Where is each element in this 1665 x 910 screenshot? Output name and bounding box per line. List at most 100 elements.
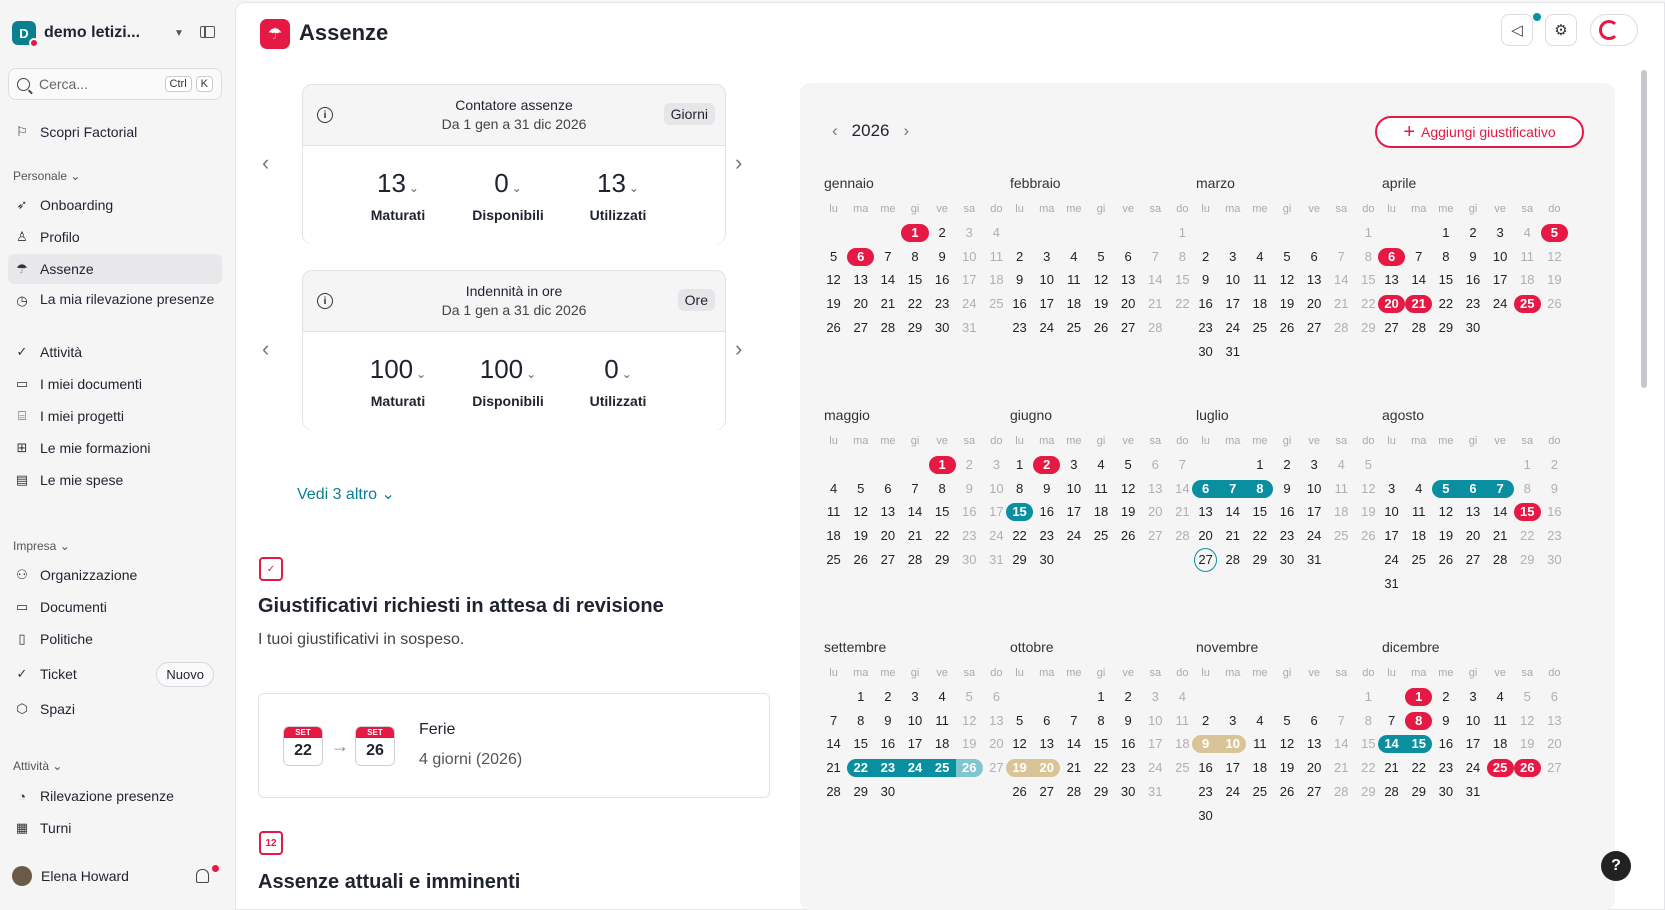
calendar-day[interactable]: 5 — [1432, 479, 1460, 498]
calendar-day[interactable]: 27 — [1301, 319, 1328, 337]
calendar-day[interactable]: 14 — [1142, 271, 1169, 289]
calendar-day[interactable]: 7 — [901, 480, 928, 498]
calendar-day[interactable]: 21 — [1487, 527, 1514, 545]
calendar-day[interactable]: 18 — [1405, 527, 1432, 545]
today-marker[interactable]: 27 — [1194, 548, 1218, 573]
calendar-day[interactable]: 9 — [929, 248, 956, 266]
calendar-day[interactable]: 12 — [1273, 735, 1300, 753]
calendar-day[interactable]: 13 — [1115, 271, 1142, 289]
calendar-day[interactable]: 2 — [1033, 455, 1061, 474]
user-menu[interactable]: Elena Howard — [12, 866, 129, 886]
calendar-day[interactable]: 24 — [1487, 295, 1514, 313]
calendar-day[interactable]: 24 — [956, 295, 983, 313]
calendar-day[interactable]: 7 — [820, 712, 847, 730]
calendar-day[interactable]: 19 — [1087, 295, 1114, 313]
calendar-day[interactable]: 6 — [1192, 479, 1220, 498]
calendar-day[interactable]: 16 — [1432, 735, 1459, 753]
calendar-day[interactable]: 3 — [1301, 456, 1328, 474]
calendar-day[interactable]: 23 — [956, 527, 983, 545]
calendar-day[interactable]: 11 — [1405, 503, 1432, 521]
calendar-day[interactable]: 19 — [1514, 735, 1541, 753]
calendar-day[interactable]: 8 — [847, 712, 874, 730]
calendar-day[interactable]: 24 — [1219, 319, 1246, 337]
calendar-day[interactable]: 31 — [1219, 343, 1246, 361]
calendar-day[interactable]: 19 — [820, 295, 847, 313]
calendar-day[interactable]: 27 — [1541, 759, 1568, 777]
calendar-day[interactable]: 13 — [874, 503, 901, 521]
calendar-day[interactable]: 2 — [1432, 688, 1459, 706]
calendar-day[interactable]: 24 — [1060, 527, 1087, 545]
calendar-day[interactable]: 13 — [1541, 712, 1568, 730]
calendar-day[interactable]: 5 — [1087, 248, 1114, 266]
calendar-day[interactable]: 10 — [901, 712, 928, 730]
calendar-day[interactable]: 23 — [1192, 783, 1219, 801]
calendar-day[interactable]: 6 — [1459, 479, 1487, 498]
calendar-day[interactable]: 30 — [1115, 783, 1142, 801]
counter-stat[interactable]: 0 ⌄ Utilizzati — [558, 354, 678, 409]
calendar-day[interactable]: 9 — [1459, 248, 1486, 266]
calendar-day[interactable]: 1 — [1405, 687, 1433, 706]
calendar-day[interactable]: 10 — [956, 248, 983, 266]
calendar-day[interactable]: 1 — [1246, 456, 1273, 474]
calendar-day[interactable]: 11 — [1328, 480, 1355, 498]
calendar-day[interactable]: 16 — [1192, 295, 1219, 313]
calendar-day[interactable]: 25 — [1328, 527, 1355, 545]
calendar-day[interactable]: 8 — [1432, 248, 1459, 266]
calendar-day[interactable]: 9 — [956, 480, 983, 498]
calendar-day[interactable]: 31 — [956, 319, 983, 337]
calendar-day[interactable]: 17 — [1033, 295, 1060, 313]
calendar-day[interactable]: 7 — [1486, 479, 1514, 498]
calendar-day[interactable]: 29 — [929, 551, 956, 569]
calendar-day[interactable]: 19 — [1541, 271, 1568, 289]
sidebar-item-rilevazione-presenze[interactable]: ◔ Rilevazione presenze — [8, 781, 222, 811]
calendar-day[interactable]: 12 — [1115, 480, 1142, 498]
calendar-day[interactable]: 19 — [847, 527, 874, 545]
calendar-day[interactable]: 28 — [1142, 319, 1169, 337]
counter-stat[interactable]: 100 ⌄ Disponibili — [448, 354, 568, 409]
calendar-day[interactable]: 20 — [1459, 527, 1486, 545]
sidebar-item-assenze[interactable]: ☂ Assenze — [8, 254, 222, 284]
calendar-day[interactable]: 12 — [1432, 503, 1459, 521]
calendar-day[interactable]: 1 — [901, 223, 929, 242]
calendar-day[interactable]: 12 — [847, 503, 874, 521]
calendar-day[interactable]: 4 — [1405, 480, 1432, 498]
calendar-day[interactable]: 12 — [1006, 735, 1033, 753]
calendar-day[interactable]: 23 — [1541, 527, 1568, 545]
calendar-day[interactable]: 30 — [1459, 319, 1486, 337]
calendar-day[interactable]: 3 — [1219, 712, 1246, 730]
calendar-day[interactable]: 7 — [874, 248, 901, 266]
calendar-day[interactable]: 23 — [1006, 319, 1033, 337]
calendar-day[interactable]: 21 — [1328, 295, 1355, 313]
calendar-day[interactable]: 26 — [1432, 551, 1459, 569]
calendar-day[interactable]: 2 — [1541, 456, 1568, 474]
calendar-day[interactable]: 22 — [1087, 759, 1114, 777]
sidebar-item-profilo[interactable]: ♙ Profilo — [8, 222, 222, 252]
calendar-day[interactable]: 11 — [1487, 712, 1514, 730]
calendar-day[interactable]: 13 — [1459, 503, 1486, 521]
calendar-day[interactable]: 25 — [1486, 759, 1514, 778]
calendar-day[interactable]: 31 — [1378, 575, 1405, 593]
calendar-day[interactable]: 28 — [874, 319, 901, 337]
calendar-day[interactable]: 1 — [928, 455, 956, 474]
calendar-day[interactable]: 6 — [1541, 688, 1568, 706]
calendar-day[interactable]: 17 — [956, 271, 983, 289]
calendar-day[interactable]: 23 — [1273, 527, 1300, 545]
calendar-day[interactable]: 13 — [1142, 480, 1169, 498]
calendar-day[interactable]: 15 — [847, 735, 874, 753]
chevron-left-icon[interactable]: ‹ — [262, 336, 269, 362]
calendar-day[interactable]: 14 — [1219, 503, 1246, 521]
calendar-day[interactable]: 22 — [1432, 295, 1459, 313]
company-switcher[interactable]: D demo letizi... ▼ — [12, 18, 224, 48]
calendar-day[interactable]: 13 — [1301, 735, 1328, 753]
calendar-day[interactable]: 11 — [1060, 271, 1087, 289]
calendar-day[interactable]: 23 — [1459, 295, 1486, 313]
search-input[interactable]: Cerca... Ctrl K — [8, 68, 222, 100]
calendar-day[interactable]: 10 — [1060, 480, 1087, 498]
calendar-day[interactable]: 25 — [1246, 319, 1273, 337]
calendar-day[interactable]: 4 — [1060, 248, 1087, 266]
calendar-day[interactable]: 9 — [1432, 712, 1459, 730]
calendar-day[interactable]: 18 — [1328, 503, 1355, 521]
sidebar-item-spazi[interactable]: ⬡ Spazi — [8, 694, 222, 724]
calendar-day[interactable]: 2 — [874, 688, 901, 706]
calendar-day[interactable]: 22 — [1006, 527, 1033, 545]
